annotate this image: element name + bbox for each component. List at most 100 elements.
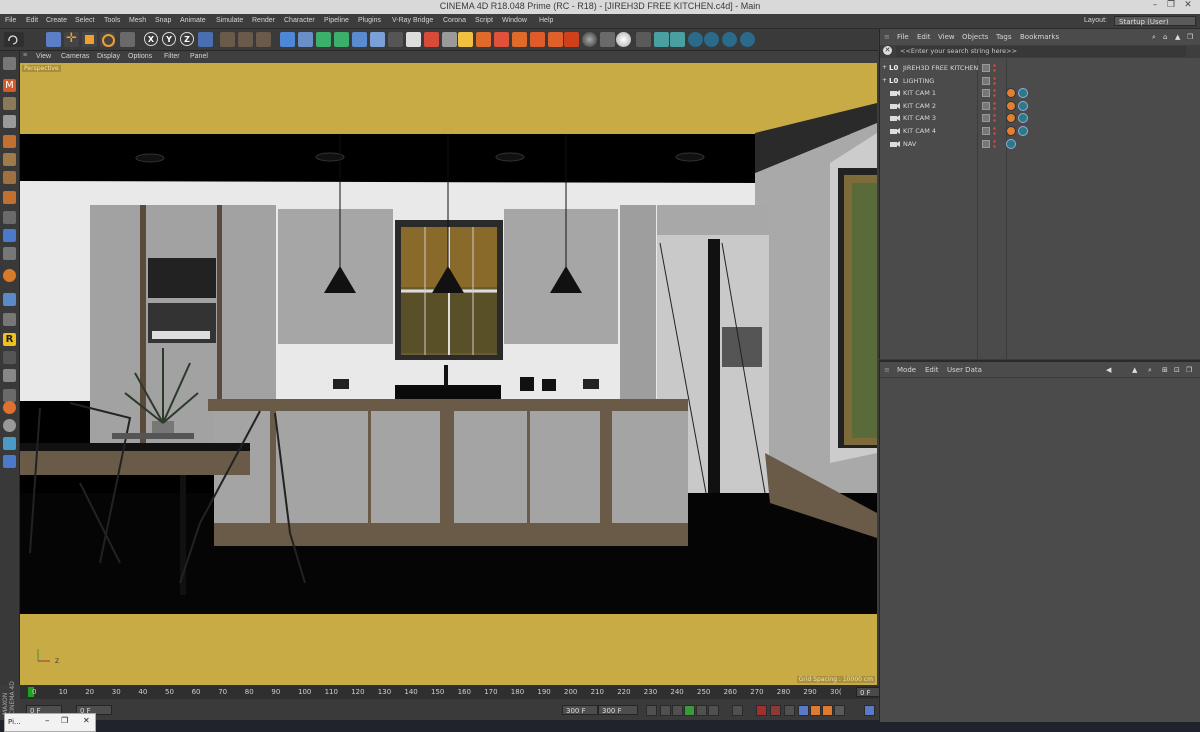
subdivision-icon[interactable]	[316, 32, 331, 47]
snap-icon[interactable]	[3, 229, 16, 242]
menu-file[interactable]: File	[5, 17, 16, 24]
solo-icon[interactable]	[3, 247, 16, 260]
menu-edit[interactable]: Edit	[26, 17, 38, 24]
om-new-window-icon[interactable]: ❐	[1187, 33, 1193, 41]
layer-checkbox-icon[interactable]	[982, 89, 990, 98]
visibility-dots-icon[interactable]	[993, 101, 996, 111]
viewport-menu-display[interactable]: Display	[97, 53, 120, 60]
edges-mode-icon[interactable]	[3, 153, 16, 166]
viewport-menu-view[interactable]: View	[36, 53, 51, 60]
z-axis-icon[interactable]: Z	[180, 32, 194, 46]
tweak-mode-icon[interactable]	[3, 211, 16, 224]
scale-icon[interactable]	[82, 32, 97, 47]
menu-render[interactable]: Render	[252, 17, 275, 24]
corona-icon[interactable]	[3, 419, 16, 432]
viewport[interactable]: Perspective Grid Spacing : 10000 cm Z	[20, 63, 877, 685]
am-back-icon[interactable]: ◀	[1106, 366, 1111, 374]
undo-icon[interactable]	[4, 32, 24, 47]
layer-checkbox-icon[interactable]	[982, 64, 990, 72]
am-menu-edit[interactable]: Edit	[925, 366, 939, 374]
corona-camera-tag-icon[interactable]	[1018, 113, 1028, 124]
menu-mesh[interactable]: Mesh	[129, 17, 146, 24]
menu-simulate[interactable]: Simulate	[216, 17, 243, 24]
vray-physical-camera-icon[interactable]	[548, 32, 563, 47]
parameter-key-button[interactable]	[834, 705, 845, 716]
corona-sun-icon[interactable]	[670, 32, 685, 47]
brush-icon[interactable]	[3, 351, 16, 364]
make-editable-icon[interactable]	[3, 57, 16, 70]
menu-pipeline[interactable]: Pipeline	[324, 17, 349, 24]
timeline[interactable]: 0 10 20 30 40 50 60 70 80 90 100 110 120 130 140 150 160…	[20, 685, 896, 699]
viewport-menu-cameras[interactable]: Cameras	[61, 53, 89, 60]
pen-icon[interactable]	[298, 32, 313, 47]
object-row[interactable]: KIT CAM 1	[880, 87, 1200, 100]
corona-camera-icon[interactable]	[688, 32, 703, 47]
object-name[interactable]: LIGHTING	[903, 77, 934, 85]
points-mode-icon[interactable]	[3, 135, 16, 148]
sky-tool-icon[interactable]	[3, 437, 16, 450]
menu-script[interactable]: Script	[475, 17, 493, 24]
layer-checkbox-icon[interactable]	[982, 127, 990, 135]
viewport-menu-panel[interactable]: Panel	[190, 53, 208, 60]
visibility-dots-icon[interactable]	[993, 76, 996, 86]
menu-animate[interactable]: Animate	[180, 17, 206, 24]
x-axis-icon[interactable]: X	[144, 32, 158, 46]
object-search-input[interactable]: <<Enter your search string here>>	[896, 46, 1186, 57]
maximize-button[interactable]: ❐	[1164, 0, 1178, 10]
layer-checkbox-icon[interactable]	[982, 114, 990, 123]
am-link-icon[interactable]: ⊡	[1174, 366, 1180, 374]
model-mode-icon[interactable]: M	[3, 79, 16, 92]
material-icon[interactable]	[458, 32, 473, 47]
vray-proxy-icon[interactable]	[564, 32, 579, 47]
axis-mode-icon[interactable]	[3, 191, 16, 204]
object-row[interactable]: + L0 LIGHTING	[880, 75, 1200, 88]
sphere-icon[interactable]	[636, 32, 651, 47]
go-to-start-button[interactable]	[646, 705, 657, 716]
search-clear-icon[interactable]: ✕	[883, 46, 892, 55]
object-name[interactable]: KIT CAM 2	[903, 102, 936, 110]
vray-light-icon[interactable]	[494, 32, 509, 47]
record-button[interactable]	[756, 705, 767, 716]
close-button[interactable]: ✕	[1181, 0, 1195, 10]
position-key-button[interactable]	[798, 705, 809, 716]
end-value-field[interactable]: 300 F	[562, 705, 598, 715]
object-name[interactable]: KIT CAM 1	[903, 89, 936, 97]
lock-icon[interactable]	[3, 269, 16, 282]
scene-icon[interactable]	[3, 455, 16, 468]
tag-icon[interactable]	[424, 32, 439, 47]
wifi-icon[interactable]	[3, 293, 16, 306]
om-menu-bookmarks[interactable]: Bookmarks	[1020, 33, 1059, 41]
vray-sun-icon[interactable]	[530, 32, 545, 47]
am-new-window-icon[interactable]: ❐	[1186, 366, 1192, 374]
timeline-window-button[interactable]	[864, 705, 875, 716]
visibility-dots-icon[interactable]	[993, 139, 996, 149]
am-lock-icon[interactable]: ⊞	[1162, 366, 1168, 374]
vray-icon[interactable]	[3, 401, 16, 414]
corona-render-icon[interactable]	[722, 32, 737, 47]
om-menu-objects[interactable]: Objects	[962, 33, 988, 41]
scale-key-button[interactable]	[810, 705, 821, 716]
next-frame-button[interactable]	[696, 705, 707, 716]
menu-create[interactable]: Create	[46, 17, 67, 24]
am-search-icon[interactable]: ⌕	[1148, 366, 1152, 375]
menu-plugins[interactable]: Plugins	[358, 17, 381, 24]
menu-window[interactable]: Window	[502, 17, 527, 24]
deformer-icon[interactable]	[352, 32, 367, 47]
viewport-menu-filter[interactable]: Filter	[164, 53, 180, 60]
vray-dome-icon[interactable]	[512, 32, 527, 47]
y-axis-icon[interactable]: Y	[162, 32, 176, 46]
layer-checkbox-icon[interactable]	[982, 101, 990, 110]
object-name[interactable]: KIT CAM 4	[903, 127, 936, 135]
protection-tag-icon[interactable]	[1006, 100, 1016, 111]
knife-icon[interactable]	[3, 369, 16, 382]
rotation-key-button[interactable]	[822, 705, 833, 716]
menu-corona[interactable]: Corona	[443, 17, 466, 24]
protection-tag-icon[interactable]	[1006, 113, 1016, 124]
render-settings-icon[interactable]	[256, 32, 271, 47]
cube-icon[interactable]	[280, 32, 295, 47]
object-name[interactable]: KIT CAM 3	[903, 114, 936, 122]
menu-vray-bridge[interactable]: V-Ray Bridge	[392, 17, 433, 24]
menu-tools[interactable]: Tools	[104, 17, 120, 24]
menu-snap[interactable]: Snap	[155, 17, 171, 24]
texture-mode-icon[interactable]	[3, 97, 16, 110]
